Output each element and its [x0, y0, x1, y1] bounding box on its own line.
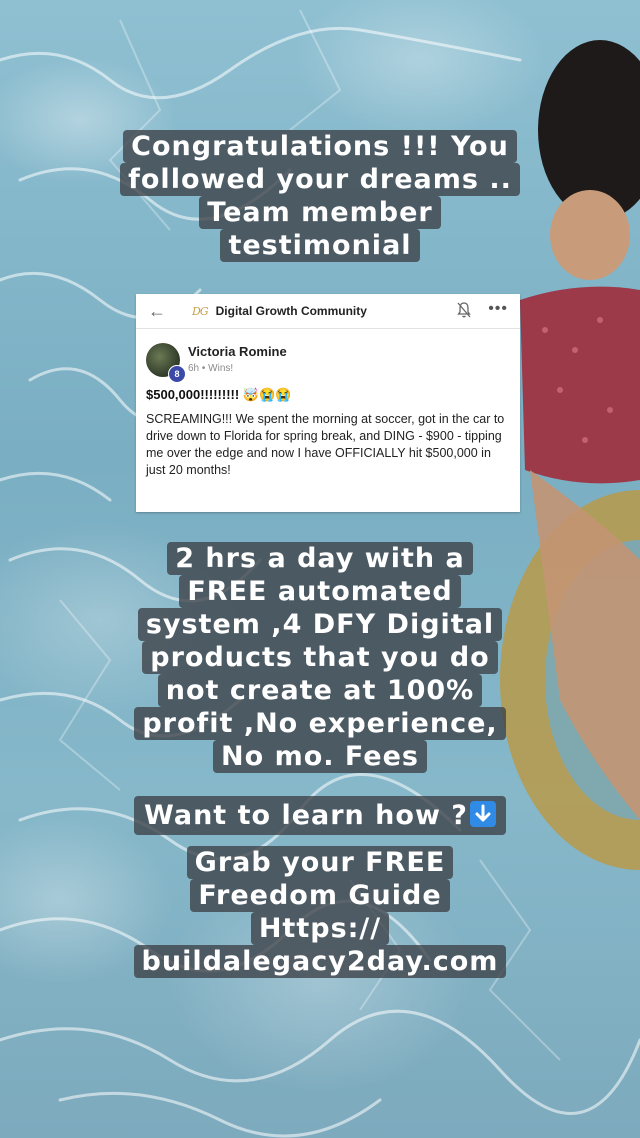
guide-line-3: Https:// — [250, 912, 390, 945]
headline-line-1: Congratulations !!! You — [123, 130, 517, 163]
pitch-line-3: system ,4 DFY Digital — [137, 608, 503, 641]
post-body: SCREAMING!!! We spent the morning at soc… — [146, 412, 505, 477]
guide-line-2: Freedom Guide — [190, 879, 450, 912]
post-header-bar: ← DG Digital Growth Community ••• — [136, 294, 520, 329]
post-title: $500,000!!!!!!!!! 🤯😭😭 — [146, 387, 292, 402]
post-author-row: 8 Victoria Romine 6h • Wins! — [136, 329, 520, 383]
down-arrow-icon — [469, 800, 496, 827]
headline-caption: Congratulations !!! You followed your dr… — [0, 130, 640, 262]
post-meta: 6h • Wins! — [188, 363, 234, 374]
pitch-caption: 2 hrs a day with a FREE automated system… — [0, 542, 640, 773]
community-logo: DG — [192, 304, 209, 318]
cta-text: Want to learn how ? — [144, 800, 468, 831]
cta-caption: Want to learn how ? — [0, 796, 640, 835]
pitch-line-2: FREE automated — [179, 575, 461, 608]
headline-line-3: Team member — [199, 196, 441, 229]
guide-line-1: Grab your FREE — [186, 846, 454, 879]
cta-pill: Want to learn how ? — [134, 796, 506, 835]
pitch-line-1: 2 hrs a day with a — [167, 542, 473, 575]
level-badge: 8 — [168, 365, 186, 383]
avatar[interactable]: 8 — [146, 343, 186, 383]
bell-off-icon[interactable] — [456, 301, 472, 319]
testimonial-post-screenshot: ← DG Digital Growth Community ••• 8 Vict… — [136, 294, 520, 512]
author-name[interactable]: Victoria Romine — [188, 344, 287, 360]
pitch-line-5: not create at 100% — [157, 674, 483, 707]
headline-line-4: testimonial — [220, 229, 420, 262]
community-name: Digital Growth Community — [215, 304, 367, 318]
website-link[interactable]: buildalegacy2day.com — [133, 945, 507, 978]
guide-caption: Grab your FREE Freedom Guide Https:// bu… — [0, 846, 640, 978]
pitch-line-6: profit ,No experience, — [134, 707, 506, 740]
pitch-line-4: products that you do — [142, 641, 498, 674]
pitch-line-7: No mo. Fees — [213, 740, 427, 773]
more-options-icon[interactable]: ••• — [488, 300, 508, 318]
back-arrow-icon[interactable]: ← — [148, 301, 172, 322]
headline-line-2: followed your dreams .. — [120, 163, 520, 196]
